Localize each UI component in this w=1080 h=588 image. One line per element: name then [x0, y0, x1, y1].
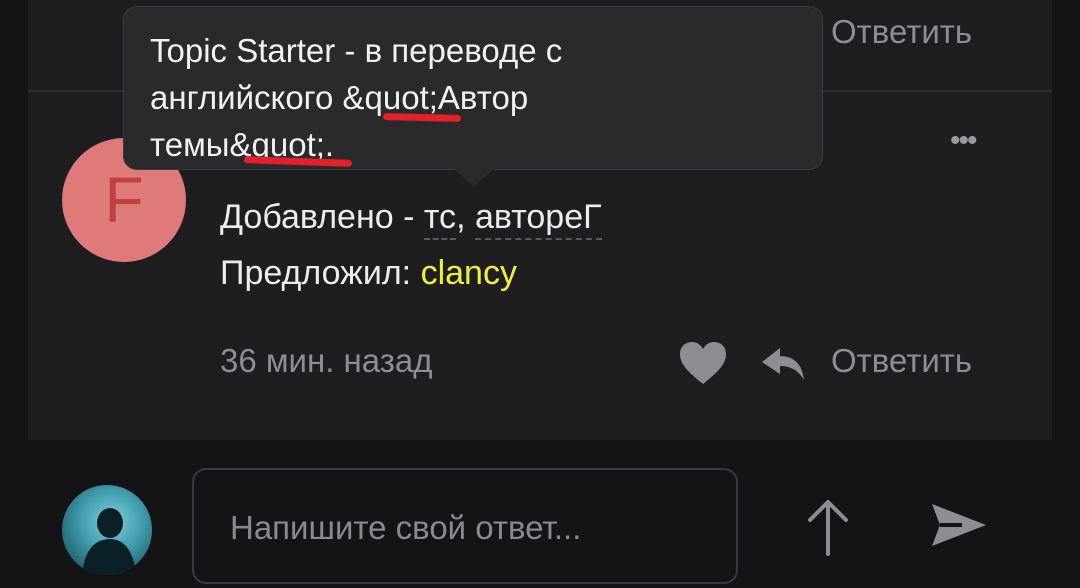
suggested-user-link[interactable]: clancy [421, 254, 517, 292]
tooltip-pointer [454, 169, 494, 187]
comment-body-line: Добавлено - тс, автореГ [220, 198, 602, 240]
reply-button[interactable]: Ответить [831, 342, 972, 380]
heart-icon[interactable] [678, 340, 728, 391]
avatar-letter: F [104, 164, 144, 236]
comment-timestamp: 36 мин. назад [220, 342, 433, 379]
arrow-up-icon[interactable] [806, 498, 850, 561]
tooltip-term-ts[interactable]: тс [423, 198, 457, 240]
tooltip-popup: Topic Starter - в переводе с английского… [123, 6, 823, 170]
previous-reply-button[interactable]: Ответить [831, 13, 972, 51]
reply-arrow-icon[interactable] [760, 344, 806, 387]
tooltip-line-2: английского &quot;Автор [150, 79, 529, 116]
reply-input[interactable] [228, 504, 712, 552]
suggested-by-line: Предложил: clancy [220, 254, 517, 293]
send-icon[interactable] [928, 500, 988, 555]
tooltip-term-autoreg[interactable]: автореГ [474, 198, 602, 240]
user-avatar[interactable] [62, 485, 152, 575]
comment-body-prefix: Добавлено - [220, 198, 424, 236]
tooltip-line-1: Topic Starter - в переводе с [150, 32, 563, 69]
comment-body-separator: , [456, 198, 475, 236]
suggested-by-label: Предложил: [220, 254, 421, 292]
more-dots-icon[interactable]: ••• [950, 124, 977, 158]
reply-input-container[interactable] [192, 468, 738, 584]
